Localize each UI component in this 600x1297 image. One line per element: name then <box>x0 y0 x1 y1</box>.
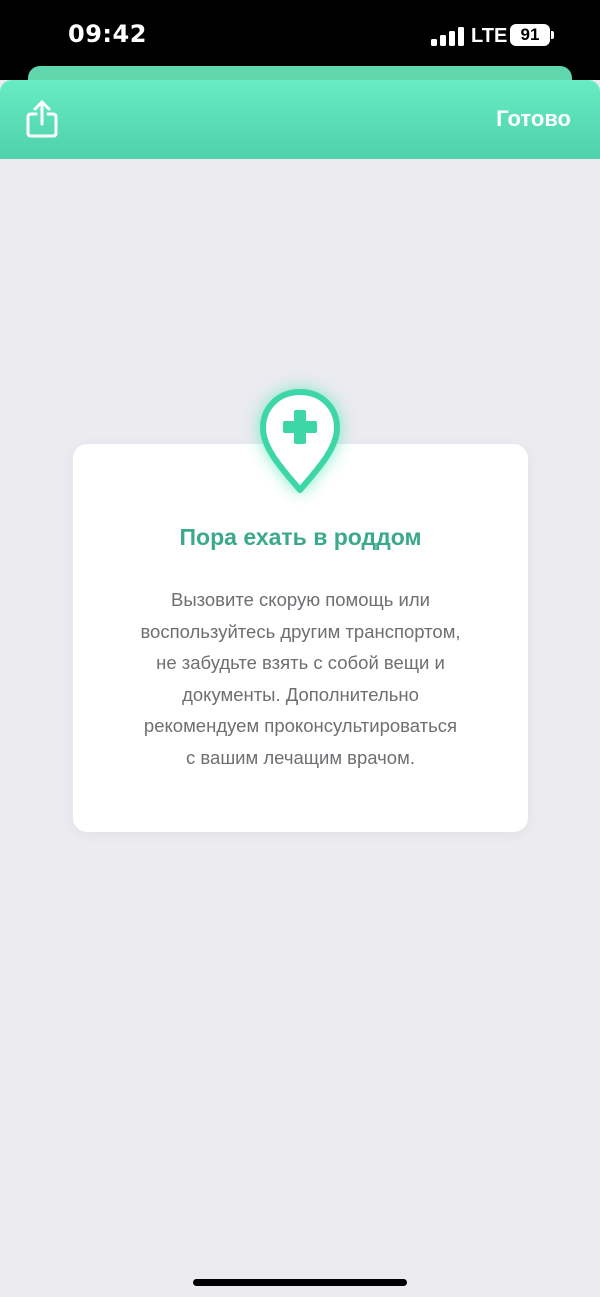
map-pin-medical-cross-icon <box>260 389 340 493</box>
done-button[interactable]: Готово <box>496 106 571 132</box>
cellular-signal-icon <box>431 26 465 46</box>
network-type: LTE <box>471 25 508 47</box>
card-description: Вызовите скорую помощь или воспользуйтес… <box>140 589 461 768</box>
alert-card: Пора ехать в роддом Вызовите скорую помо… <box>73 444 528 832</box>
status-time: 09:42 <box>68 20 147 48</box>
nav-header: Готово <box>0 80 600 159</box>
share-icon <box>26 100 58 138</box>
share-button[interactable] <box>22 98 62 140</box>
home-indicator <box>193 1279 407 1286</box>
battery-icon: 91 <box>510 24 550 46</box>
card-title: Пора ехать в роддом <box>179 524 422 550</box>
battery-cap <box>551 31 554 39</box>
